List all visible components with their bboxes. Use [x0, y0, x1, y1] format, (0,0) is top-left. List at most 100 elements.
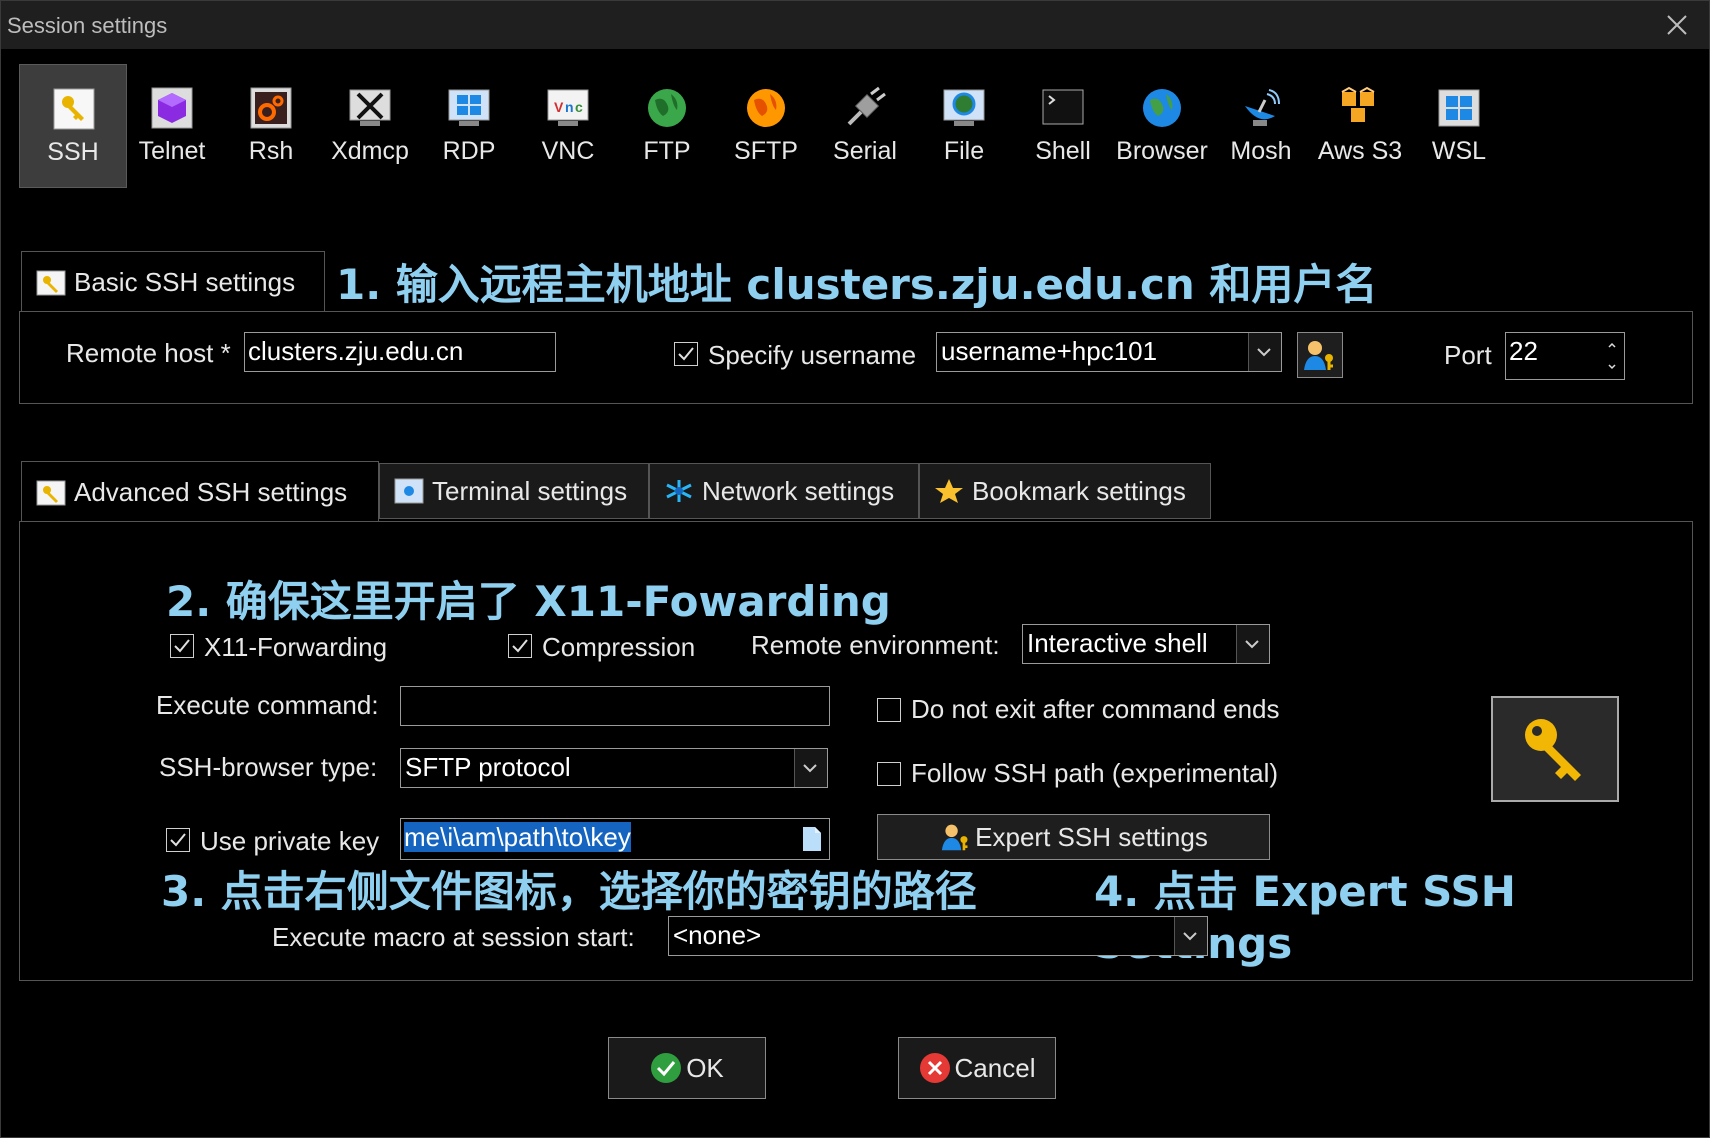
execute-command-label: Execute command:	[156, 690, 379, 720]
remote-host-label: Remote host *	[66, 338, 231, 368]
tab-label: Network settings	[702, 475, 895, 506]
session-type-wsl[interactable]: WSL	[1405, 64, 1513, 188]
session-type-serial[interactable]: Serial	[811, 64, 919, 188]
chevron-down-icon[interactable]	[794, 749, 827, 787]
session-type-aws-s3[interactable]: Aws S3	[1306, 64, 1414, 188]
use-private-key-checkbox[interactable]	[166, 828, 190, 852]
session-type-telnet[interactable]: Telnet	[118, 64, 226, 188]
tab-label: Bookmark settings	[972, 475, 1186, 506]
x11-forwarding-checkbox[interactable]	[170, 634, 194, 658]
toolbar-label: Rsh	[248, 137, 294, 165]
checkmark-icon	[678, 347, 694, 361]
session-type-sftp[interactable]: SFTP	[712, 64, 820, 188]
ssh-browser-type-value: SFTP protocol	[405, 752, 571, 782]
toolbar-label: File	[943, 137, 985, 165]
toolbar-label: SSH	[47, 138, 99, 166]
session-type-vnc[interactable]: V n c VNC	[514, 64, 622, 188]
toolbar-label: Serial	[833, 137, 897, 165]
private-key-path-input[interactable]: me\i\am\path\to\key	[400, 818, 830, 860]
toolbar-label: Telnet	[138, 137, 206, 165]
user-credentials-button[interactable]	[1297, 332, 1343, 378]
no-exit-label: Do not exit after command ends	[911, 694, 1280, 724]
no-exit-checkbox[interactable]	[877, 698, 901, 722]
ssh-browser-type-dropdown[interactable]: SFTP protocol	[400, 748, 828, 788]
tab-network-settings[interactable]: Network settings	[649, 463, 919, 519]
chevron-down-icon[interactable]	[1236, 625, 1269, 663]
session-type-file[interactable]: File	[910, 64, 1018, 188]
rsh-icon	[250, 87, 292, 129]
checkmark-icon	[170, 833, 186, 847]
rdp-icon	[448, 89, 490, 126]
expert-ssh-settings-button[interactable]: Expert SSH settings	[877, 814, 1270, 860]
tab-terminal-settings[interactable]: Terminal settings	[379, 463, 649, 519]
annotation-step2: 2. 确保这里开启了 X11-Fowarding	[166, 577, 891, 626]
cancel-circle-icon	[919, 1053, 950, 1083]
tab-advanced-ssh-settings[interactable]: Advanced SSH settings	[21, 461, 379, 523]
checkmark-icon	[174, 639, 190, 653]
terminal-gear-icon	[394, 478, 424, 504]
wrench-key-icon	[36, 270, 66, 295]
session-type-browser[interactable]: Browser	[1108, 64, 1216, 188]
remote-environment-dropdown[interactable]: Interactive shell	[1022, 624, 1270, 664]
session-type-ssh[interactable]: SSH	[19, 64, 127, 188]
spinner-arrows-icon[interactable]	[1606, 339, 1618, 373]
vnc-icon: V n c	[547, 89, 589, 126]
session-settings-dialog: Session settings SSH Telnet Rsh Xdmcp RD…	[0, 0, 1710, 1138]
tab-label: Terminal settings	[432, 475, 628, 506]
ssh-browser-type-label: SSH-browser type:	[159, 752, 378, 782]
toolbar-label: Browser	[1116, 137, 1208, 165]
advanced-settings-panel: 2. 确保这里开启了 X11-Fowarding X11-Forwarding …	[19, 521, 1693, 981]
compression-checkbox[interactable]	[508, 634, 532, 658]
svg-text:n: n	[565, 99, 574, 115]
toolbar-label: Aws S3	[1317, 137, 1403, 165]
basic-settings-panel: Remote host * clusters.zju.edu.cn Specif…	[19, 311, 1693, 404]
ok-button[interactable]: OK	[608, 1037, 766, 1099]
tab-bookmark-settings[interactable]: Bookmark settings	[919, 463, 1211, 519]
follow-ssh-path-checkbox[interactable]	[877, 762, 901, 786]
remote-host-input[interactable]: clusters.zju.edu.cn	[244, 332, 556, 372]
session-type-rsh[interactable]: Rsh	[217, 64, 325, 188]
serial-plug-icon	[847, 86, 886, 126]
toolbar-label: Shell	[1035, 137, 1091, 165]
tab-label: Advanced SSH settings	[74, 477, 348, 507]
check-circle-icon	[651, 1053, 682, 1083]
username-value: username+hpc101	[941, 336, 1158, 366]
port-spinner[interactable]: 22	[1505, 332, 1625, 380]
ssh-key-generator-button[interactable]	[1491, 696, 1619, 802]
user-key-icon	[1304, 341, 1333, 370]
chevron-down-icon[interactable]	[1248, 333, 1281, 371]
x11-forwarding-label: X11-Forwarding	[204, 632, 388, 662]
wrench-key-icon	[36, 480, 66, 505]
tab-basic-ssh-settings[interactable]: Basic SSH settings	[21, 251, 325, 313]
session-type-mosh[interactable]: Mosh	[1207, 64, 1315, 188]
close-icon[interactable]	[1663, 11, 1691, 39]
toolbar-label: WSL	[1431, 137, 1487, 165]
ok-label: OK	[686, 1052, 724, 1083]
toolbar-label: Mosh	[1230, 137, 1292, 165]
file-monitor-icon	[943, 89, 985, 126]
sftp-globe-icon	[747, 89, 785, 127]
remote-environment-label: Remote environment:	[751, 630, 1000, 660]
annotation-step1: 1. 输入远程主机地址 clusters.zju.edu.cn 和用户名	[336, 260, 1378, 309]
chevron-down-icon[interactable]	[1174, 917, 1207, 955]
session-type-ftp[interactable]: FTP	[613, 64, 721, 188]
toolbar-label: VNC	[541, 137, 595, 165]
ftp-globe-icon	[648, 89, 686, 127]
session-type-shell[interactable]: Shell	[1009, 64, 1117, 188]
cancel-button[interactable]: Cancel	[898, 1037, 1056, 1099]
ssh-key-icon	[53, 88, 95, 130]
username-dropdown[interactable]: username+hpc101	[936, 332, 1282, 372]
user-key-icon	[942, 824, 968, 851]
shell-terminal-icon	[1042, 89, 1084, 125]
execute-command-input[interactable]	[400, 686, 830, 726]
svg-text:V: V	[554, 99, 564, 115]
file-browse-icon[interactable]	[801, 825, 823, 853]
port-label: Port	[1444, 340, 1492, 370]
tab-label: Basic SSH settings	[74, 267, 296, 297]
session-type-rdp[interactable]: RDP	[415, 64, 523, 188]
execute-macro-dropdown[interactable]: <none>	[668, 916, 1208, 956]
browser-globe-icon	[1143, 89, 1181, 127]
specify-username-checkbox[interactable]	[674, 342, 698, 366]
key-icon	[1525, 719, 1581, 781]
session-type-xdmcp[interactable]: Xdmcp	[316, 64, 424, 188]
